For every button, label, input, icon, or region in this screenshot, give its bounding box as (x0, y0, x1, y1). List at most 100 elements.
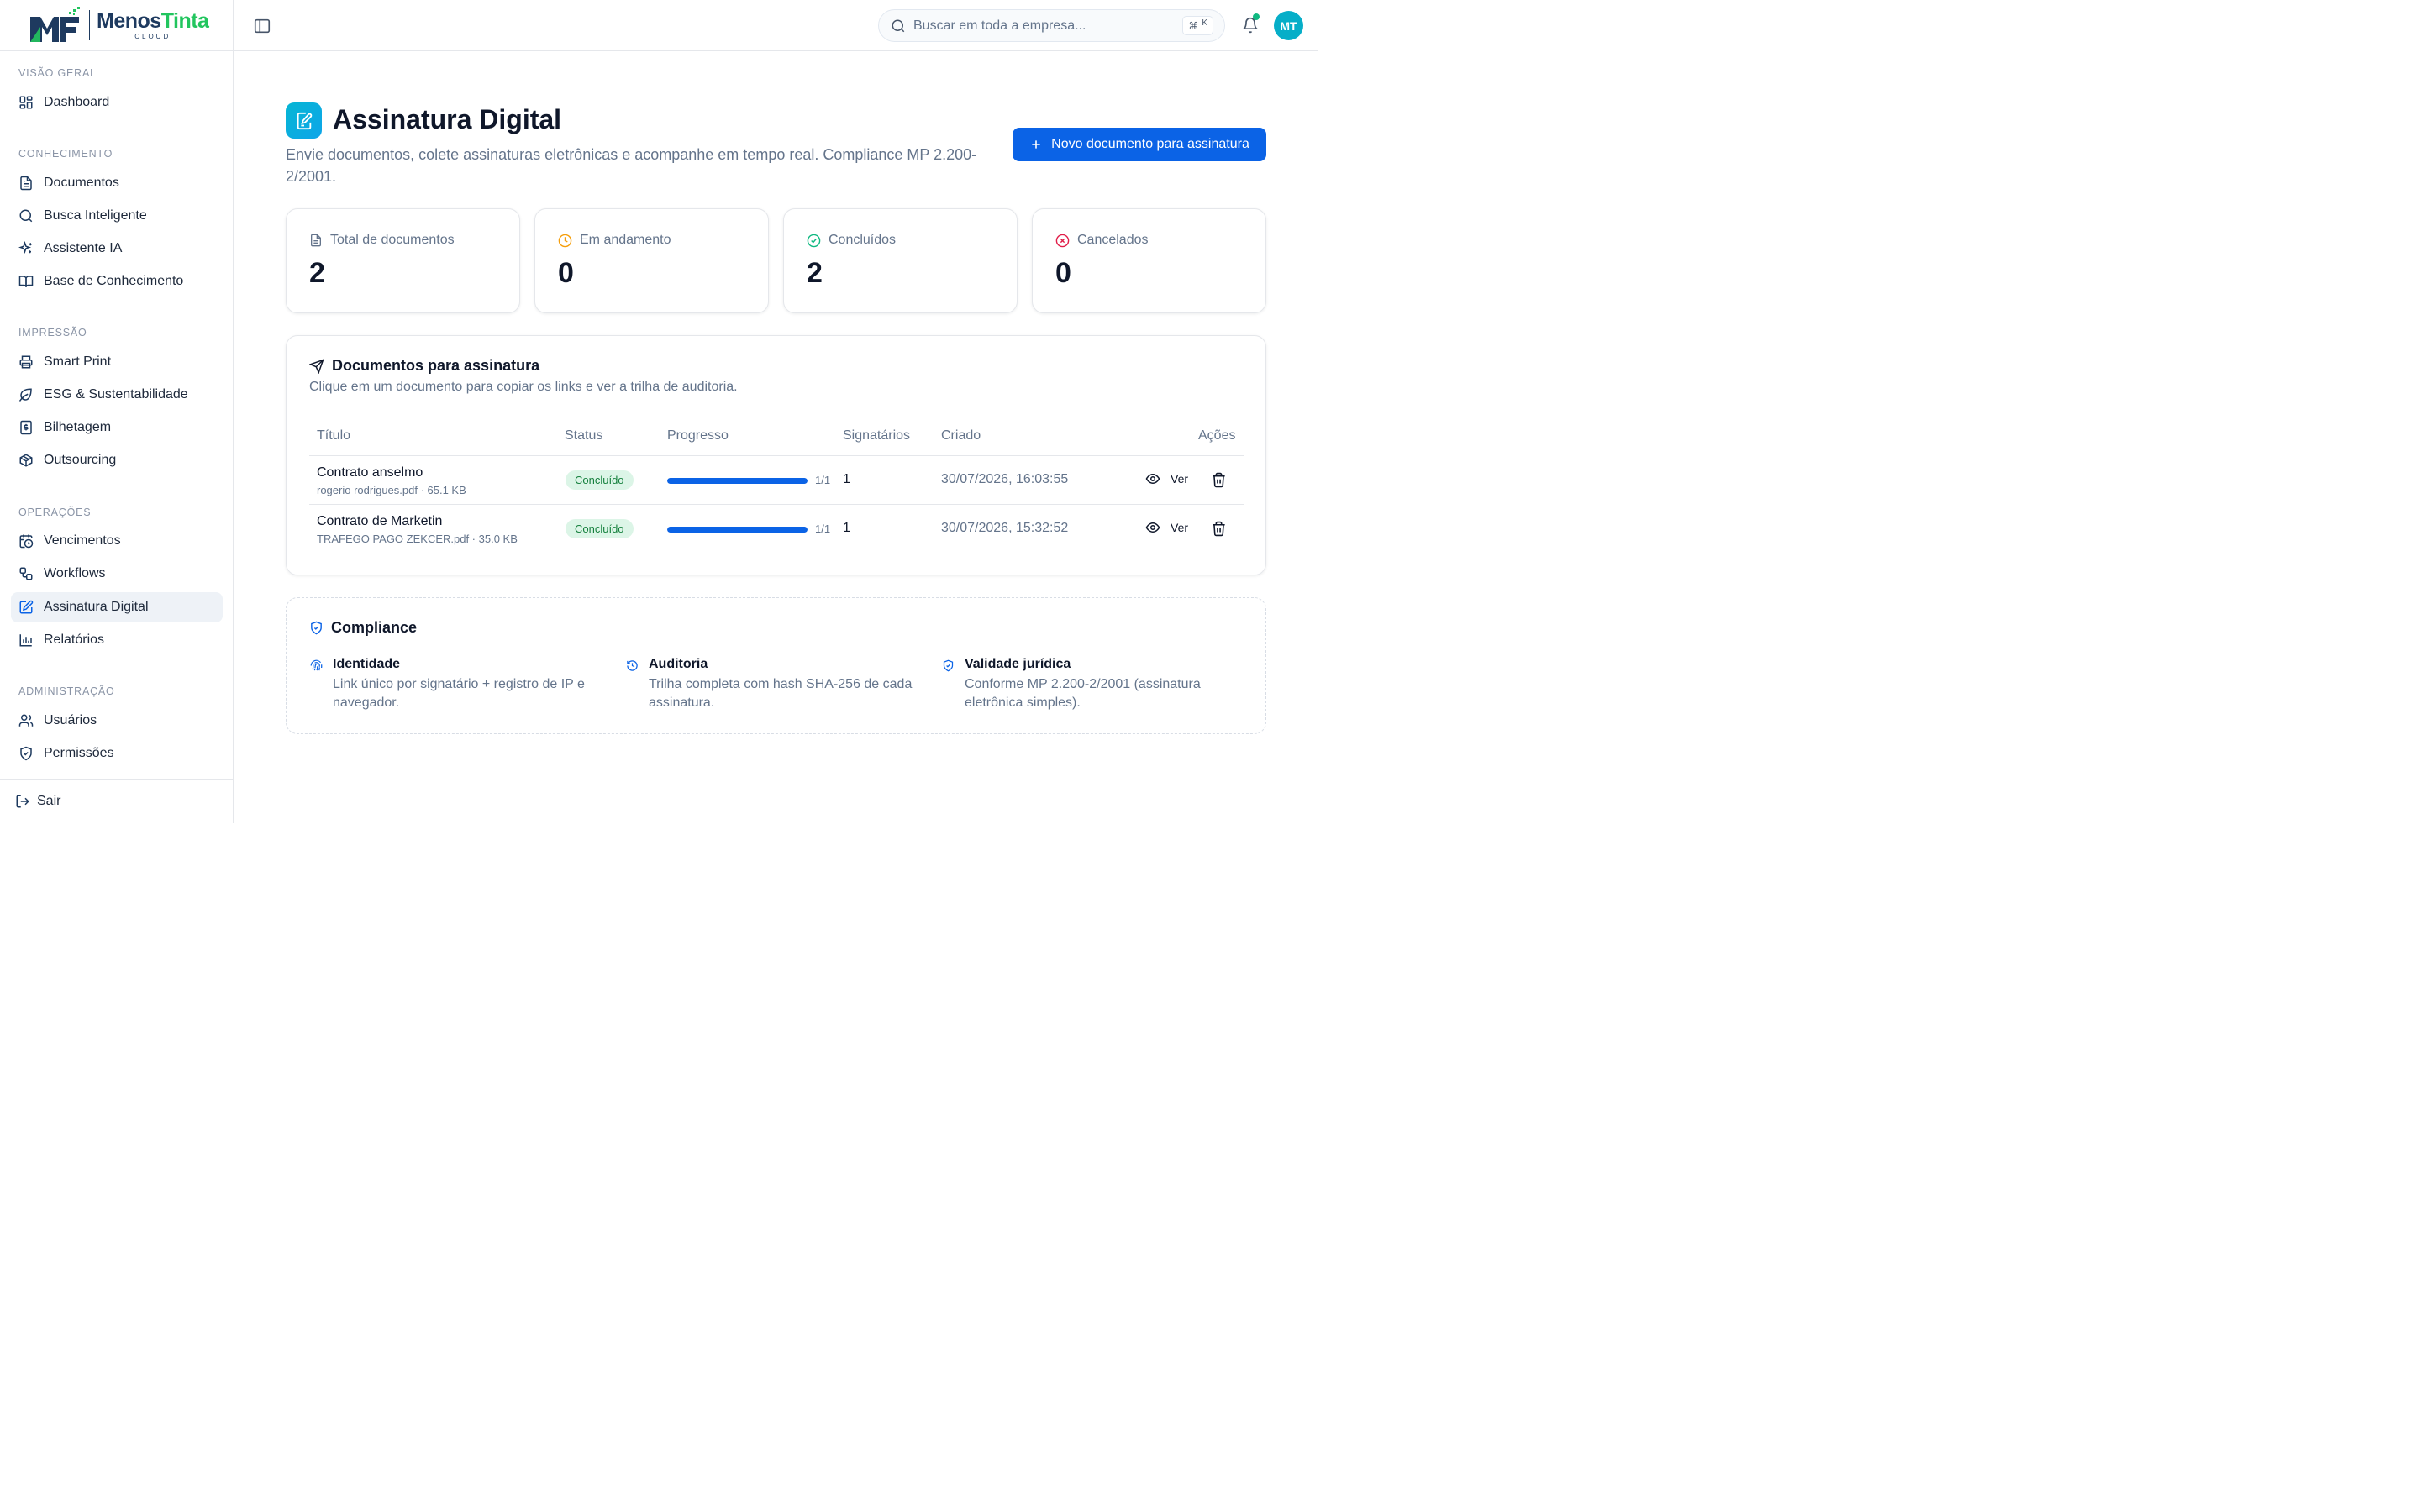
created-date: 30/07/2026, 15:32:52 (941, 521, 1069, 535)
stat-card-em-andamento: Em andamento 0 (534, 208, 769, 313)
compliance-item-description: Link único por signatário + registro de … (333, 677, 585, 710)
page-title: Assinatura Digital (333, 104, 562, 134)
column-header-criado[interactable]: Criado (941, 428, 981, 444)
new-document-button[interactable]: Novo documento para assinatura (1013, 128, 1266, 161)
receipt-icon (20, 420, 32, 435)
column-header-signatarios[interactable]: Signatários (843, 428, 910, 444)
search-input[interactable] (913, 18, 1165, 34)
documents-subtitle: Clique em um documento para copiar os li… (309, 380, 738, 394)
shortcut-hint: ⌘ K (1182, 16, 1213, 35)
status-badge: Concluído (566, 519, 634, 538)
table-row[interactable]: Contrato de Marketin TRAFEGO PAGO ZEKCER… (309, 504, 1244, 553)
sidebar-item-vencimentos[interactable]: Vencimentos (11, 526, 223, 556)
eye-icon (1145, 522, 1160, 533)
sidebar-item-outsourcing[interactable]: Outsourcing (11, 445, 223, 475)
shortcut-symbol: ⌘ (1188, 19, 1199, 32)
printer-icon (19, 355, 33, 369)
brand-sub: CLOUD (134, 32, 171, 40)
view-label: Ver (1171, 472, 1189, 486)
section-label-visao-geral: VISÃO GERAL (18, 67, 97, 79)
stat-card-concluidos: Concluídos 2 (783, 208, 1018, 313)
stat-value: 0 (1055, 257, 1071, 289)
stat-value: 0 (558, 257, 574, 289)
global-search[interactable]: ⌘ K (878, 9, 1225, 42)
trash-icon[interactable] (1211, 521, 1227, 537)
sidebar-item-dashboard[interactable]: Dashboard (11, 87, 223, 118)
column-header-progresso[interactable]: Progresso (667, 428, 729, 444)
logout-button[interactable]: Sair (0, 779, 234, 823)
workflow-icon (19, 567, 33, 580)
eye-icon (1145, 473, 1160, 485)
shortcut-key: K (1202, 18, 1207, 28)
sidebar-item-workflows[interactable]: Workflows (11, 559, 223, 589)
compliance-item-description: Conforme MP 2.200-2/2001 (assinatura ele… (965, 677, 1201, 710)
column-header-titulo[interactable]: Título (317, 428, 350, 444)
sidebar-item-usuarios[interactable]: Usuários (11, 706, 223, 736)
progress-bar (667, 478, 808, 484)
leaf-icon (18, 388, 32, 402)
sidebar-item-assistente[interactable]: Assistente IA (11, 234, 223, 264)
sidebar: MenosTinta CLOUD VISÃO GERAL Dashboard C… (0, 0, 234, 823)
trash-icon[interactable] (1211, 472, 1227, 488)
sidebar-item-esg[interactable]: ESG & Sustentabilidade (11, 380, 223, 410)
document-icon (20, 176, 32, 191)
column-header-acoes: Ações (1198, 428, 1236, 443)
brand-left: Menos (97, 8, 161, 33)
stat-card-cancelados: Cancelados 0 (1032, 208, 1266, 313)
view-button[interactable]: Ver (1145, 471, 1188, 486)
clock-icon (558, 234, 572, 247)
avatar[interactable]: MT (1274, 11, 1303, 40)
brand-logo[interactable]: MenosTinta CLOUD (0, 0, 233, 51)
dashboard-icon (19, 96, 33, 109)
view-button[interactable]: Ver (1145, 520, 1188, 535)
sidebar-item-label: Vencimentos (44, 533, 121, 548)
stat-label: Concluídos (829, 233, 897, 247)
column-header-status[interactable]: Status (565, 428, 602, 444)
sidebar-item-label: Busca Inteligente (44, 208, 147, 223)
sidebar-item-documentos[interactable]: Documentos (11, 168, 223, 198)
shield-check-icon (943, 659, 954, 672)
shield-check-icon (311, 621, 322, 635)
progress-text: 1/1 (815, 522, 831, 535)
compliance-title: Compliance (331, 619, 418, 636)
document-title[interactable]: Contrato de Marketin (317, 514, 442, 529)
sidebar-item-label: Documentos (44, 176, 119, 190)
search-icon (892, 19, 905, 32)
topbar: ⌘ K MT (234, 0, 1318, 51)
signers-count: 1 (843, 472, 850, 486)
document-title[interactable]: Contrato anselmo (317, 465, 423, 480)
table-row[interactable]: Contrato anselmo rogerio rodrigues.pdf ·… (309, 455, 1244, 504)
sidebar-item-label: Outsourcing (44, 453, 117, 467)
sidebar-item-permissoes[interactable]: Permissões (11, 738, 223, 769)
sidebar-item-label: Smart Print (44, 354, 112, 369)
sidebar-item-busca[interactable]: Busca Inteligente (11, 201, 223, 231)
send-icon (309, 358, 324, 374)
sidebar-item-label: Dashboard (44, 95, 110, 109)
created-date: 30/07/2026, 16:03:55 (941, 472, 1069, 486)
logo-mark-icon (30, 7, 80, 42)
sidebar-item-assinatura-digital[interactable]: Assinatura Digital (11, 592, 223, 622)
sidebar-item-label: Usuários (44, 713, 97, 727)
sparkles-icon (18, 241, 32, 255)
section-label-operacoes: OPERAÇÕES (18, 507, 92, 518)
status-badge: Concluído (566, 470, 634, 490)
sidebar-item-base[interactable]: Base de Conhecimento (11, 266, 223, 297)
sidebar-item-label: Assistente IA (44, 241, 123, 255)
sidebar-item-label: Assinatura Digital (44, 600, 149, 614)
sidebar-item-smart-print[interactable]: Smart Print (11, 347, 223, 377)
sidebar-item-bilhetagem[interactable]: Bilhetagem (11, 412, 223, 443)
users-icon (18, 714, 34, 727)
progress-fill (667, 527, 808, 533)
logout-label: Sair (37, 794, 61, 808)
notification-dot (1253, 13, 1260, 20)
compliance-card: Compliance Identidade Link único por sig… (286, 597, 1266, 734)
sidebar-toggle-icon[interactable] (253, 17, 271, 35)
sidebar-item-relatorios[interactable]: Relatórios (11, 625, 223, 655)
stat-label: Em andamento (580, 233, 671, 247)
stat-value: 2 (807, 257, 823, 289)
file-icon (311, 234, 321, 247)
fingerprint-icon (310, 659, 323, 671)
page-subtitle: Envie documentos, colete assinaturas ele… (286, 146, 977, 185)
page-signature-icon (286, 102, 322, 139)
documents-card: Documentos para assinatura Clique em um … (286, 335, 1266, 575)
